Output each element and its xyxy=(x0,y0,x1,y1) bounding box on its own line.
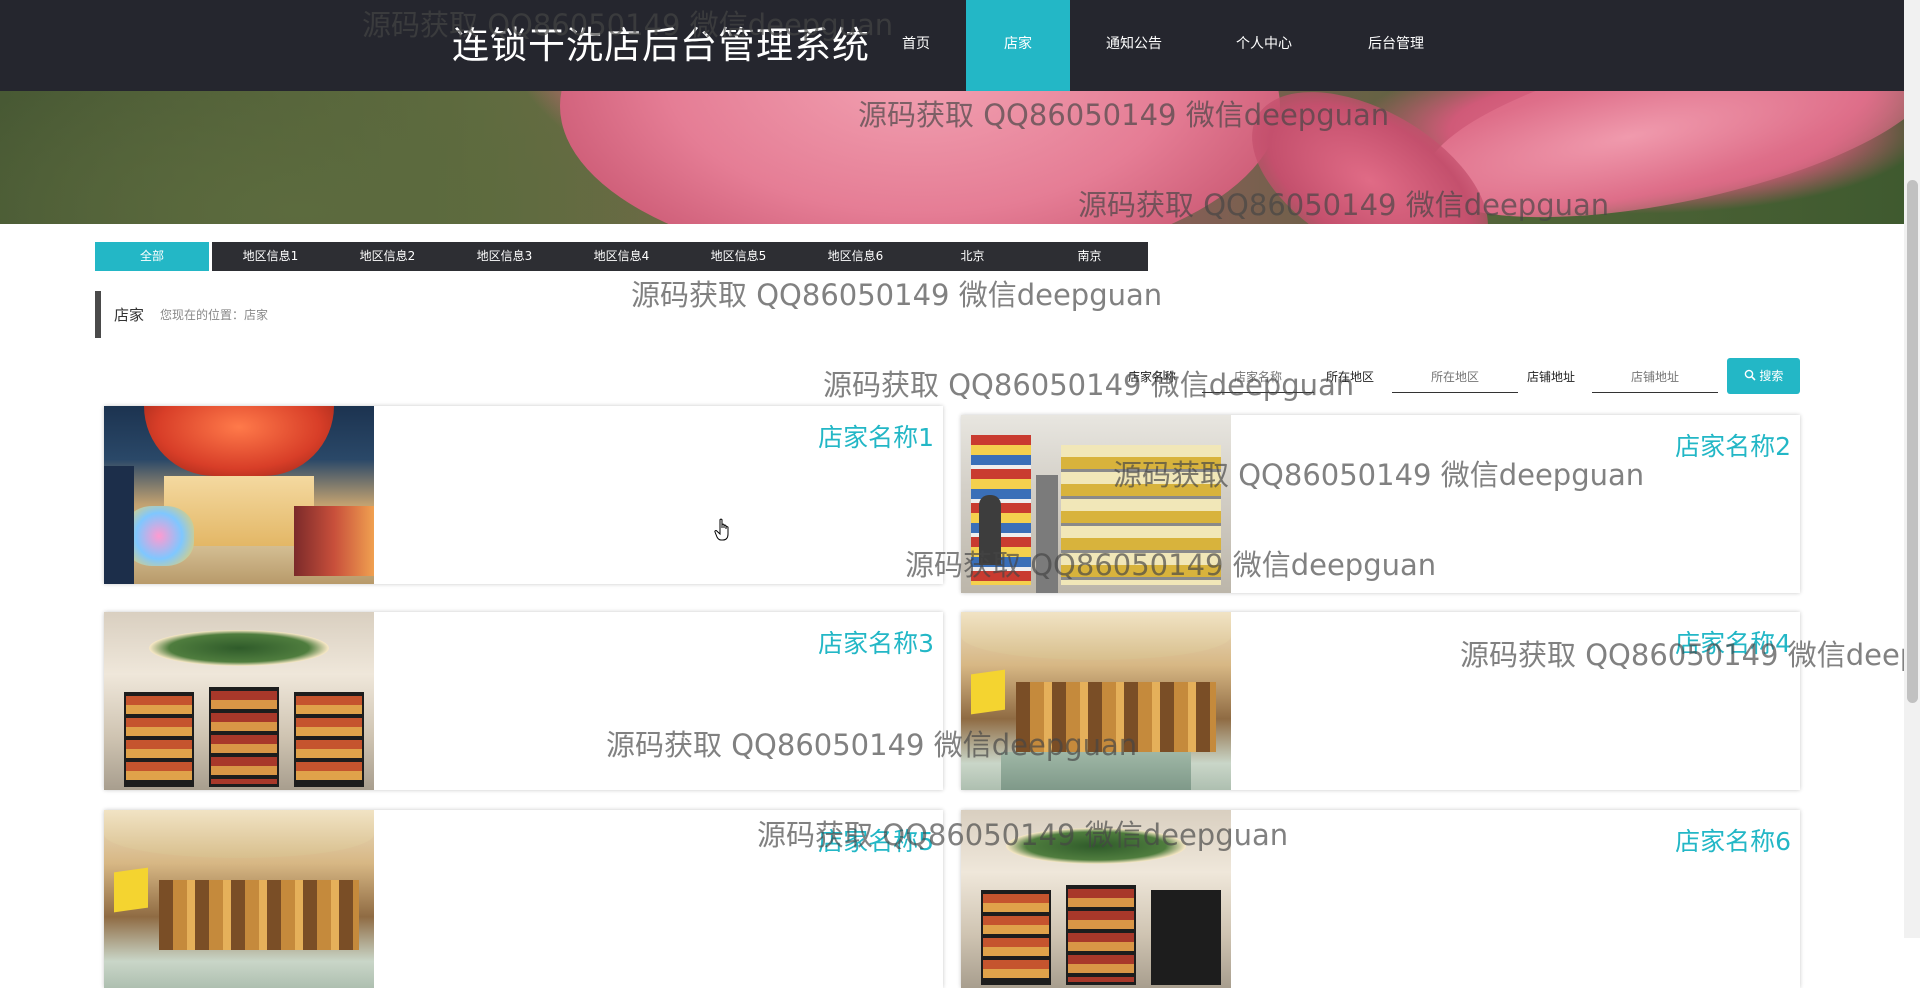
category-region-3[interactable]: 地区信息3 xyxy=(446,242,563,271)
category-region-2[interactable]: 地区信息2 xyxy=(329,242,446,271)
nav-shops[interactable]: 店家 xyxy=(966,0,1070,91)
category-all[interactable]: 全部 xyxy=(95,242,209,271)
shop-card[interactable]: 店家名称4 xyxy=(961,612,1800,790)
watermark: 源码获取 QQ86050149 微信deepguan xyxy=(631,278,1163,312)
shop-photo xyxy=(961,810,1231,988)
site-title: 连锁干洗店后台管理系统 xyxy=(452,24,870,67)
search-button[interactable]: 搜索 xyxy=(1727,358,1800,394)
category-beijing[interactable]: 北京 xyxy=(914,242,1031,271)
shop-name-label: 店家名称 xyxy=(1128,370,1177,384)
shop-photo xyxy=(961,415,1231,593)
category-region-4[interactable]: 地区信息4 xyxy=(563,242,680,271)
region-filter-bar: 全部 地区信息1 地区信息2 地区信息3 地区信息4 地区信息5 地区信息6 北… xyxy=(95,242,1148,271)
shop-card[interactable]: 店家名称2 xyxy=(961,415,1800,593)
shop-name-input[interactable] xyxy=(1202,362,1314,393)
shop-card[interactable]: 店家名称1 xyxy=(104,406,943,584)
shop-photo xyxy=(104,406,374,584)
banner-image xyxy=(0,91,1904,224)
nav-profile[interactable]: 个人中心 xyxy=(1198,0,1330,91)
search-form: 店家名称 所在地区 店铺地址 搜索 xyxy=(0,358,1904,396)
shop-photo xyxy=(104,612,374,790)
shop-photo xyxy=(961,612,1231,790)
nav-home[interactable]: 首页 xyxy=(866,0,966,91)
shop-photo xyxy=(104,810,374,988)
hand-cursor-icon xyxy=(714,518,729,541)
shop-card[interactable]: 店家名称5 xyxy=(104,810,943,988)
breadcrumb-location: 您现在的位置：店家 xyxy=(160,308,269,322)
breadcrumb: 店家 您现在的位置：店家 xyxy=(95,291,268,338)
search-button-label: 搜索 xyxy=(1759,369,1784,383)
shop-card[interactable]: 店家名称6 xyxy=(961,810,1800,988)
address-label: 店铺地址 xyxy=(1527,370,1576,384)
shop-name: 店家名称5 xyxy=(818,827,934,856)
shop-name: 店家名称6 xyxy=(1675,827,1791,856)
category-nanjing[interactable]: 南京 xyxy=(1031,242,1148,271)
category-region-1[interactable]: 地区信息1 xyxy=(212,242,329,271)
top-header: 连锁干洗店后台管理系统 首页 店家 通知公告 个人中心 后台管理 xyxy=(0,0,1904,91)
main-nav: 首页 店家 通知公告 个人中心 后台管理 xyxy=(866,0,1462,91)
nav-notices[interactable]: 通知公告 xyxy=(1070,0,1198,91)
region-input[interactable] xyxy=(1392,362,1518,393)
nav-admin[interactable]: 后台管理 xyxy=(1330,0,1462,91)
scrollbar-thumb[interactable] xyxy=(1907,180,1918,703)
shop-name: 店家名称4 xyxy=(1675,629,1791,658)
shop-name: 店家名称2 xyxy=(1675,432,1791,461)
address-input[interactable] xyxy=(1592,362,1718,393)
search-icon xyxy=(1744,369,1756,381)
page-scrollbar[interactable] xyxy=(1904,0,1920,938)
shop-name: 店家名称1 xyxy=(818,423,934,452)
page-title: 店家 xyxy=(114,306,145,324)
region-label: 所在地区 xyxy=(1326,370,1375,384)
category-region-5[interactable]: 地区信息5 xyxy=(680,242,797,271)
shop-card[interactable]: 店家名称3 xyxy=(104,612,943,790)
category-region-6[interactable]: 地区信息6 xyxy=(797,242,914,271)
shop-name: 店家名称3 xyxy=(818,629,934,658)
